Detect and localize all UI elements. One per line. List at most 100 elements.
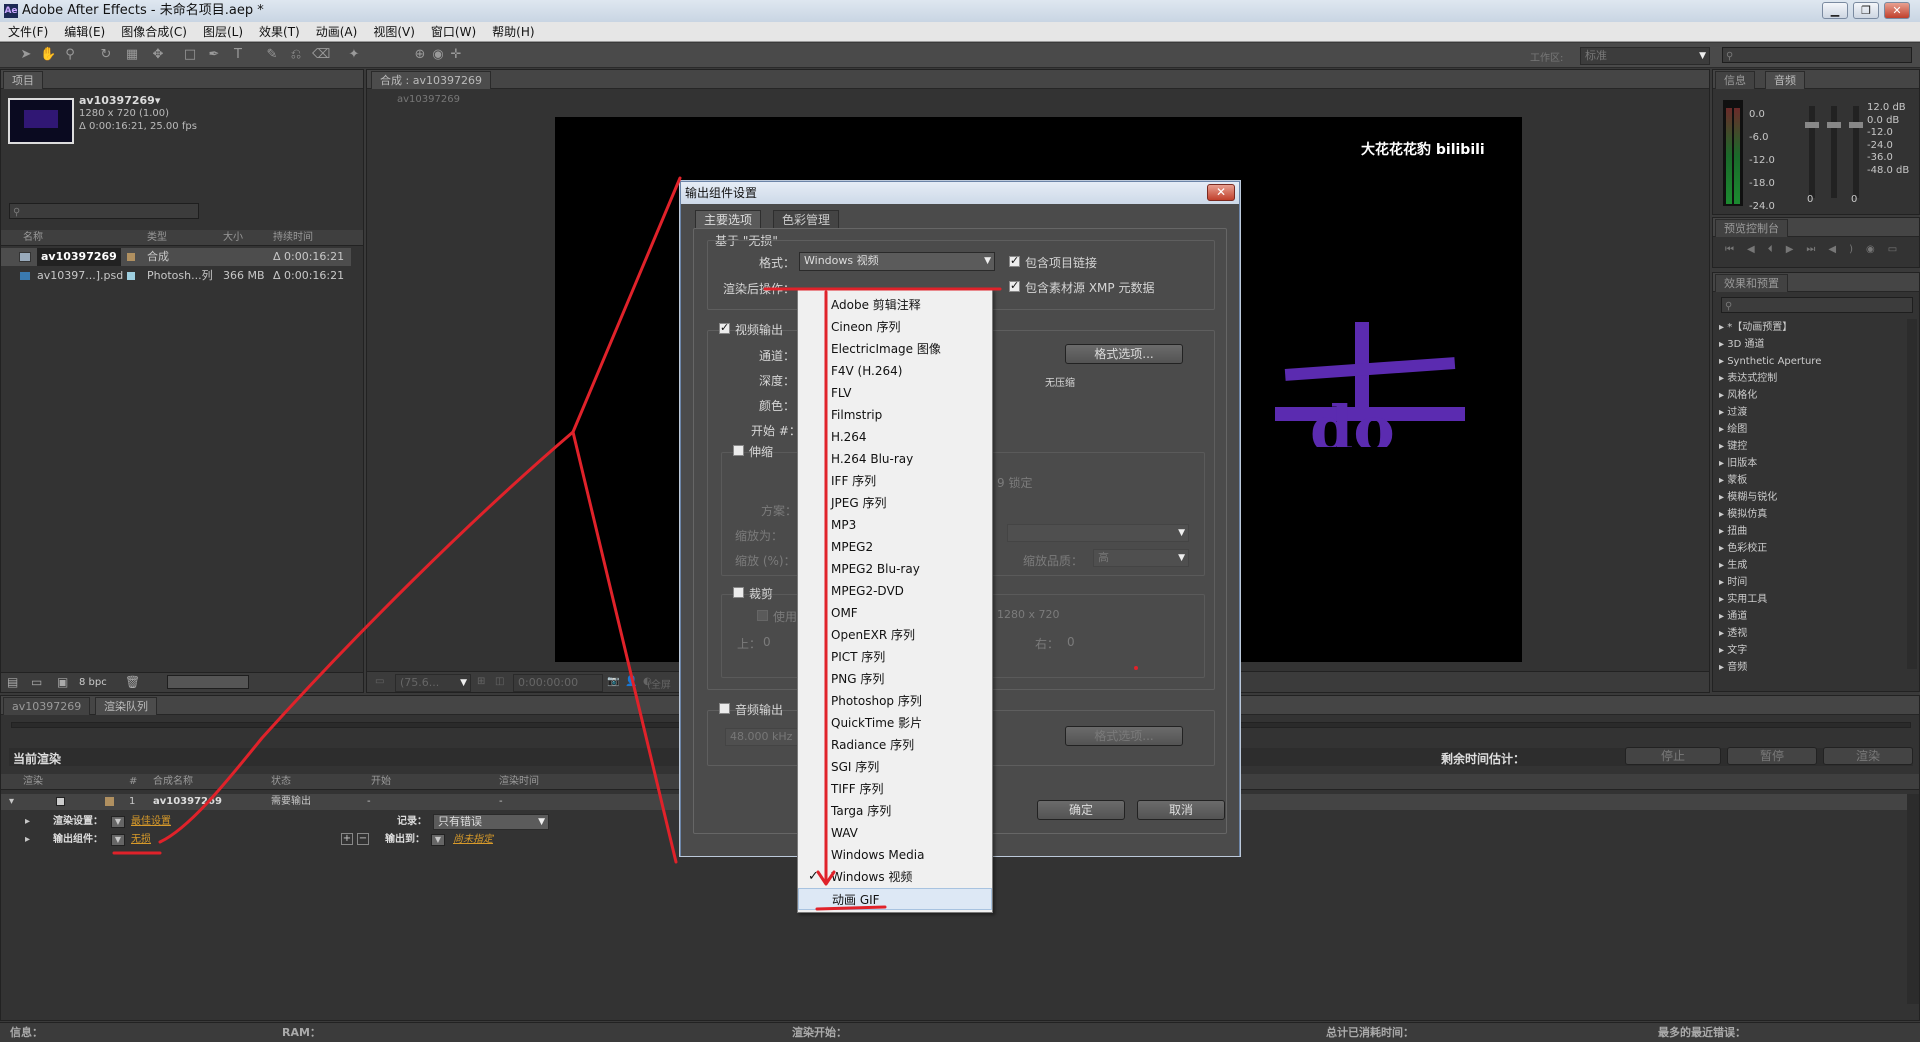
safe-zones-icon[interactable]: ⊞ <box>477 676 485 687</box>
format-option[interactable]: Cineon 序列 <box>798 316 992 338</box>
audio-slider-left[interactable] <box>1805 106 1819 198</box>
effect-category[interactable]: ▸ 表达式控制 <box>1719 370 1821 387</box>
eraser-tool-icon[interactable]: ⌫ <box>312 47 330 63</box>
format-option[interactable]: SGI 序列 <box>798 756 992 778</box>
new-composition-icon[interactable]: ▣ <box>57 675 68 689</box>
effect-category[interactable]: ▸ 音频 <box>1719 659 1821 676</box>
minimize-button[interactable]: ▁ <box>1822 2 1848 19</box>
text-tool-icon[interactable]: T <box>230 47 246 63</box>
audio-format-options-button[interactable]: 格式选项... <box>1065 726 1183 746</box>
zoom-select[interactable]: (75.6... ▼ <box>395 674 471 692</box>
resolution-select-label[interactable]: (全屏 <box>647 676 671 691</box>
close-button[interactable]: ✕ <box>1884 2 1910 19</box>
tab-audio[interactable]: 音频 <box>1765 71 1805 89</box>
comp-breadcrumb[interactable]: av10397269 <box>397 94 460 105</box>
output-to-dropdown[interactable]: ▼ <box>431 834 445 846</box>
project-search-input[interactable]: ⚲ <box>9 203 199 219</box>
video-output-checkbox[interactable] <box>719 321 730 334</box>
stretch-quality-select[interactable]: 高 ▼ <box>1093 549 1189 567</box>
col-render-time[interactable]: 渲染时间 <box>499 774 539 790</box>
table-row[interactable]: av10397269 合成 Δ 0:00:16:21 <box>1 248 351 266</box>
include-project-link-checkbox[interactable] <box>1009 254 1020 267</box>
effect-category[interactable]: ▸ 蒙板 <box>1719 472 1821 489</box>
use-roi-checkbox[interactable] <box>757 610 768 621</box>
col-duration[interactable]: 持续时间 <box>273 230 313 246</box>
menu-layer[interactable]: 图层(L) <box>195 22 251 42</box>
menu-edit[interactable]: 编辑(E) <box>56 22 113 42</box>
effect-category[interactable]: ▸ 3D 通道 <box>1719 336 1821 353</box>
col-size[interactable]: 大小 <box>223 230 243 246</box>
col-start[interactable]: 开始 <box>371 774 391 790</box>
format-option[interactable]: OMF <box>798 602 992 624</box>
col-type[interactable]: 类型 <box>147 230 167 246</box>
tab-info[interactable]: 信息 <box>1715 71 1755 89</box>
format-option[interactable]: ElectricImage 图像 <box>798 338 992 360</box>
stretch-preset-select[interactable]: ▼ <box>1007 524 1189 542</box>
format-option[interactable]: Radiance 序列 <box>798 734 992 756</box>
format-option[interactable]: MP3 <box>798 514 992 536</box>
axis-world-icon[interactable]: ◉ <box>430 47 446 63</box>
log-select[interactable]: 只有错误 ▼ <box>433 814 549 830</box>
format-option[interactable]: OpenEXR 序列 <box>798 624 992 646</box>
menu-window[interactable]: 窗口(W) <box>423 22 484 42</box>
interpret-footage-icon[interactable]: ▤ <box>7 675 18 689</box>
format-option[interactable]: MPEG2 <box>798 536 992 558</box>
help-search-input[interactable]: ⚲ <box>1722 47 1912 63</box>
format-option[interactable]: Targa 序列 <box>798 800 992 822</box>
output-module-dropdown[interactable]: ▼ <box>111 834 125 846</box>
mask-visibility-icon[interactable]: ◫ <box>495 676 504 687</box>
effect-category[interactable]: ▸ 风格化 <box>1719 387 1821 404</box>
effects-search-input[interactable]: ⚲ <box>1721 297 1913 313</box>
format-option[interactable]: PNG 序列 <box>798 668 992 690</box>
effect-category[interactable]: ▸ Synthetic Aperture <box>1719 353 1821 370</box>
format-option[interactable]: H.264 Blu-ray <box>798 448 992 470</box>
crop-right-value[interactable]: 0 <box>1067 635 1075 649</box>
project-scrollbar[interactable] <box>167 675 249 689</box>
bit-depth-label[interactable]: 8 bpc <box>79 677 107 688</box>
effect-category[interactable]: ▸ 时间 <box>1719 574 1821 591</box>
format-option[interactable]: QuickTime 影片 <box>798 712 992 734</box>
format-option[interactable]: Windows Media <box>798 844 992 866</box>
axis-view-icon[interactable]: ✛ <box>448 47 464 63</box>
stop-button[interactable]: 停止 <box>1625 747 1721 765</box>
effect-category[interactable]: ▸ 生成 <box>1719 557 1821 574</box>
format-dropdown-list[interactable]: Adobe 剪辑注释 Cineon 序列 ElectricImage 图像 F4… <box>797 289 993 913</box>
tab-color-management[interactable]: 色彩管理 <box>773 210 840 228</box>
format-option[interactable]: F4V (H.264) <box>798 360 992 382</box>
format-select[interactable]: Windows 视频 ▼ <box>799 252 995 271</box>
brush-tool-icon[interactable]: ✎ <box>264 47 280 63</box>
expand-arrow-icon[interactable]: ▸ <box>25 813 30 831</box>
format-option[interactable]: PICT 序列 <box>798 646 992 668</box>
rectangle-tool-icon[interactable]: □ <box>182 47 198 63</box>
crop-checkbox[interactable] <box>733 587 744 598</box>
format-option[interactable]: Photoshop 序列 <box>798 690 992 712</box>
render-queue-scrollbar[interactable] <box>1907 794 1919 1004</box>
render-button[interactable]: 渲染 <box>1823 747 1913 765</box>
include-xmp-checkbox[interactable] <box>1009 279 1020 292</box>
stretch-checkbox[interactable] <box>733 445 744 456</box>
col-number[interactable]: # <box>129 774 137 790</box>
crop-top-value[interactable]: 0 <box>763 635 771 649</box>
new-folder-icon[interactable]: ▭ <box>31 675 42 689</box>
tab-preview[interactable]: 预览控制台 <box>1715 219 1788 237</box>
selection-tool-icon[interactable]: ➤ <box>18 47 34 63</box>
format-option[interactable]: H.264 <box>798 426 992 448</box>
effect-category[interactable]: ▸ 过渡 <box>1719 404 1821 421</box>
snapshot-icon[interactable]: 📷 <box>607 676 619 687</box>
format-option-highlighted[interactable]: 动画 GIF <box>798 888 992 910</box>
dialog-title-bar[interactable]: 输出组件设置 <box>681 182 1239 204</box>
effect-category[interactable]: ▸ 旧版本 <box>1719 455 1821 472</box>
remove-output-icon[interactable]: − <box>357 833 369 845</box>
tab-timeline[interactable]: av10397269 <box>3 697 91 715</box>
format-options-button[interactable]: 格式选项... <box>1065 344 1183 364</box>
clone-stamp-tool-icon[interactable]: ⎌ <box>288 47 304 63</box>
format-option[interactable]: TIFF 序列 <box>798 778 992 800</box>
format-option[interactable]: WAV <box>798 822 992 844</box>
tab-project[interactable]: 项目 <box>3 71 43 89</box>
effect-category[interactable]: ▸ 透视 <box>1719 625 1821 642</box>
cancel-button[interactable]: 取消 <box>1137 800 1225 820</box>
pause-button[interactable]: 暂停 <box>1727 747 1817 765</box>
audio-slider-right[interactable] <box>1849 106 1863 198</box>
menu-animation[interactable]: 动画(A) <box>308 22 366 42</box>
tab-effects[interactable]: 效果和预置 <box>1715 274 1788 292</box>
